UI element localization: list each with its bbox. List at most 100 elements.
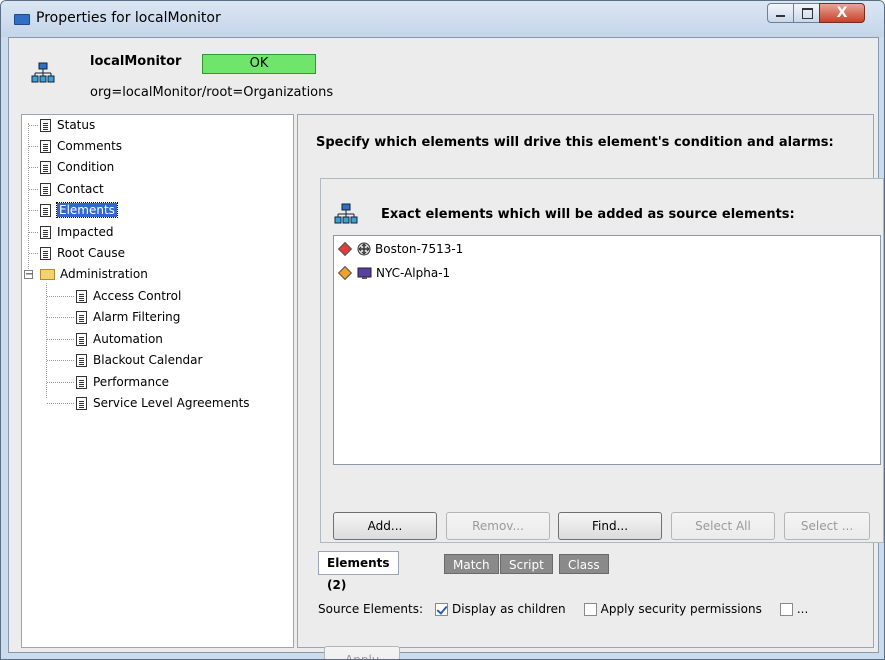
tree-item-label: Performance (93, 375, 170, 389)
tree-line (47, 382, 74, 383)
document-icon (76, 396, 87, 410)
tree-item-label: Condition (57, 160, 115, 174)
properties-window: Properties for localMonitor X localMonit… (0, 0, 885, 660)
document-icon (40, 225, 51, 239)
network-icon (31, 62, 55, 83)
org-path: org=localMonitor/root=Organizations (90, 85, 334, 100)
document-icon (76, 310, 87, 324)
element-name: localMonitor (90, 54, 182, 69)
tree-item-label: Elements (56, 202, 118, 218)
select-all-button[interactable]: Select All (671, 512, 775, 540)
document-icon (40, 203, 51, 217)
tree-item-label: Alarm Filtering (93, 310, 181, 324)
tree-item-administration[interactable]: Administration (40, 264, 148, 284)
tab-script[interactable]: Script (500, 554, 553, 574)
critical-severity-icon (337, 241, 353, 257)
tab-match[interactable]: Match (444, 554, 499, 574)
tab-class[interactable]: Class (559, 554, 609, 574)
tree-line (29, 253, 38, 254)
source-elements-options: Source Elements: Display as children App… (318, 602, 808, 616)
tree-item-label: Comments (57, 139, 123, 153)
add-button[interactable]: Add... (333, 512, 437, 540)
find-button[interactable]: Find... (558, 512, 662, 540)
tree-line (29, 189, 38, 190)
window-icon (14, 14, 30, 25)
tree-item-root-cause[interactable]: Root Cause (40, 243, 125, 263)
tree-line (47, 317, 74, 318)
document-icon (40, 246, 51, 260)
tree-line (29, 210, 38, 211)
display-as-children-checkbox[interactable] (435, 602, 449, 616)
tree-line (47, 360, 74, 361)
document-icon (40, 160, 51, 174)
tree-item-label: Access Control (93, 289, 182, 303)
tree-item-performance[interactable]: Performance (76, 372, 169, 392)
tree-item-automation[interactable]: Automation (76, 329, 163, 349)
tab-elements[interactable]: Elements (2) (318, 551, 399, 592)
folder-icon (40, 268, 55, 280)
select-button[interactable]: Select ... (784, 512, 870, 540)
document-icon (76, 289, 87, 303)
tree-line (47, 339, 74, 340)
more-options-checkbox[interactable] (779, 602, 793, 616)
source-elements-label: Source Elements: (318, 602, 424, 616)
document-icon (76, 353, 87, 367)
monitor-icon (357, 267, 372, 279)
tree-item-label: Blackout Calendar (93, 353, 203, 367)
tree-item-label: Contact (57, 182, 104, 196)
element-label: NYC-Alpha-1 (376, 266, 451, 280)
tree-line (29, 167, 38, 168)
tree-item-elements[interactable]: Elements (40, 200, 118, 220)
maximize-icon (802, 8, 813, 19)
display-as-children-label: Display as children (452, 602, 566, 616)
property-tree[interactable]: Status Comments Condition Contact Elemen… (21, 114, 294, 648)
status-badge: OK (202, 54, 316, 74)
document-icon (40, 118, 51, 132)
source-elements-group: Exact elements which will be added as so… (320, 178, 884, 543)
tree-item-comments[interactable]: Comments (40, 136, 122, 156)
document-icon (40, 139, 51, 153)
tree-item-access-control[interactable]: Access Control (76, 286, 181, 306)
source-elements-list[interactable]: Boston-7513-1 NYC-Alpha-1 (333, 235, 881, 465)
tree-item-label: Automation (93, 332, 163, 346)
tree-item-service-level-agreements[interactable]: Service Level Agreements (76, 393, 250, 413)
tree-line (46, 283, 47, 398)
tree-line (47, 296, 74, 297)
element-header: localMonitor OK org=localMonitor/root=Or… (9, 38, 878, 109)
document-icon (40, 182, 51, 196)
tree-item-status[interactable]: Status (40, 115, 95, 135)
apply-security-label: Apply security permissions (600, 602, 762, 616)
list-item[interactable]: Boston-7513-1 (337, 239, 464, 259)
tree-item-alarm-filtering[interactable]: Alarm Filtering (76, 307, 180, 327)
title-bar[interactable]: Properties for localMonitor X (1, 1, 884, 37)
tree-line (28, 123, 29, 269)
tree-item-impacted[interactable]: Impacted (40, 222, 114, 242)
window-content: localMonitor OK org=localMonitor/root=Or… (8, 37, 884, 659)
element-label: Boston-7513-1 (375, 242, 464, 256)
minimize-icon (776, 15, 785, 17)
elements-panel: Specify which elements will drive this e… (297, 114, 884, 659)
window-title: Properties for localMonitor (36, 10, 221, 26)
list-item[interactable]: NYC-Alpha-1 (337, 263, 451, 283)
tree-item-label: Service Level Agreements (93, 396, 250, 410)
tree-item-condition[interactable]: Condition (40, 157, 114, 177)
minimize-button[interactable] (767, 3, 794, 23)
tree-line (47, 403, 74, 404)
instruction-text: Specify which elements will drive this e… (316, 135, 834, 150)
remove-button[interactable]: Remov... (446, 512, 550, 540)
router-icon (357, 242, 371, 256)
tree-item-label: Status (57, 118, 96, 132)
major-severity-icon (337, 265, 353, 281)
tree-line (29, 125, 38, 126)
apply-button[interactable]: Apply (324, 646, 400, 659)
collapse-toggle[interactable]: − (24, 270, 33, 280)
tree-item-blackout-calendar[interactable]: Blackout Calendar (76, 350, 202, 370)
tree-line (29, 232, 38, 233)
tree-item-contact[interactable]: Contact (40, 179, 104, 199)
more-options-label: ... (796, 602, 809, 616)
document-icon (76, 375, 87, 389)
maximize-button[interactable] (793, 3, 820, 23)
group-title: Exact elements which will be added as so… (381, 207, 795, 222)
close-button[interactable]: X (819, 3, 865, 23)
apply-security-checkbox[interactable] (583, 602, 597, 616)
